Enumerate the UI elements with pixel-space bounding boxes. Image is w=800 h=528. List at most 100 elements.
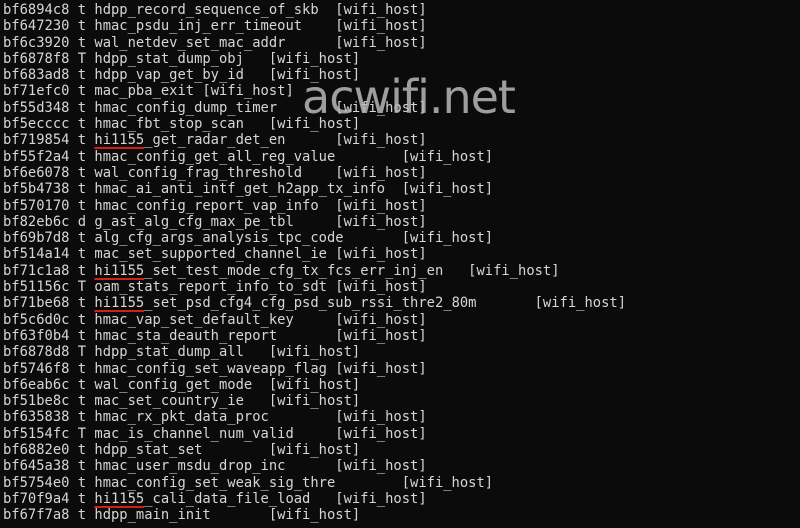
symbol-line: bf71be68 t hi1155_set_psd_cfg4_cfg_psd_s…	[3, 295, 626, 311]
separator	[202, 442, 268, 458]
module-name: [wifi_host]	[335, 360, 427, 377]
symbol-type: t	[77, 67, 87, 84]
separator	[310, 491, 335, 507]
symbol-type: t	[77, 311, 87, 328]
symbol-address: bf5c6d0c	[3, 311, 70, 328]
symbol-type: t	[77, 442, 87, 459]
separator	[477, 295, 535, 311]
symbol-type: t	[77, 458, 87, 475]
terminal-output: bf6894c8 t hdpp_record_sequence_of_skb […	[3, 2, 626, 524]
module-name: [wifi_host]	[335, 34, 427, 51]
symbol-address: bf6894c8	[3, 2, 70, 18]
symbol-type: T	[77, 279, 87, 296]
symbol-type: t	[77, 295, 87, 312]
symbol-line: bf683ad8 t hdpp_vap_get_by_id [wifi_host…	[3, 67, 626, 83]
symbol-line: bf645a38 t hmac_user_msdu_drop_inc [wifi…	[3, 458, 626, 474]
module-name: [wifi_host]	[335, 279, 427, 296]
module-name: [wifi_host]	[268, 344, 361, 361]
symbol-type: t	[77, 376, 87, 393]
symbol-type: t	[77, 132, 87, 149]
separator	[252, 377, 269, 393]
symbol-name: hmac_config_get_all_reg_value	[94, 148, 336, 165]
symbol-name: g_ast_alg_cfg_max_pe_tbl	[94, 213, 294, 230]
separator	[285, 458, 335, 474]
symbol-type: t	[77, 246, 87, 263]
symbol-address: bf5746f8	[3, 360, 70, 377]
symbol-type: t	[77, 34, 87, 51]
separator	[277, 100, 335, 116]
symbol-type: T	[77, 50, 87, 67]
module-name: [wifi_host]	[335, 425, 427, 442]
separator	[285, 35, 335, 51]
module-name: [wifi_host]	[401, 474, 494, 491]
symbol-address: bf70f9a4	[3, 490, 70, 507]
symbol-type: t	[77, 99, 87, 116]
symbol-name: mac_pba_exit	[94, 83, 195, 100]
symbol-line: bf647230 t hmac_psdu_inj_err_timeout [wi…	[3, 18, 626, 34]
separator	[285, 132, 335, 148]
module-name: [wifi_host]	[335, 458, 427, 475]
symbol-address: bf71c1a8	[3, 262, 70, 279]
symbol-type: t	[77, 393, 87, 410]
module-name: [wifi_host]	[534, 295, 626, 312]
symbol-line: bf70f9a4 t hi1155_cali_data_file_load [w…	[3, 491, 626, 507]
symbol-address: bf63f0b4	[3, 327, 70, 344]
symbol-name: alg_cfg_args_analysis_tpc_code	[94, 230, 344, 247]
symbol-name: hmac_ai_anti_intf_get_h2app_tx_info	[94, 181, 386, 198]
symbol-address: bf6882e0	[3, 442, 70, 459]
module-name: [wifi_host]	[335, 197, 427, 214]
separator	[385, 181, 402, 197]
symbol-line: bf635838 t hmac_rx_pkt_data_proc [wifi_h…	[3, 409, 626, 425]
symbol-name: hmac_sta_deauth_report	[94, 327, 278, 344]
symbol-line: bf71efc0 t mac_pba_exit [wifi_host]	[3, 83, 626, 99]
symbol-line: bf5154fc T mac_is_channel_num_valid [wif…	[3, 426, 626, 442]
symbol-address: bf570170	[3, 197, 70, 214]
symbol-type: d	[77, 213, 87, 230]
module-name: [wifi_host]	[268, 116, 361, 133]
symbol-name: hmac_config_dump_timer	[94, 99, 278, 116]
module-name: [wifi_host]	[268, 376, 361, 393]
symbol-type: t	[77, 164, 87, 181]
symbol-type: t	[77, 327, 87, 344]
separator	[244, 116, 269, 132]
symbol-line: bf5ecccc t hmac_fbt_stop_scan [wifi_host…	[3, 116, 626, 132]
separator	[294, 426, 336, 442]
symbol-name: hdpp_stat_dump_obj	[94, 50, 244, 67]
symbol-address: bf67f7a8	[3, 507, 70, 524]
symbol-line: bf51be8c t mac_set_country_ie [wifi_host…	[3, 393, 626, 409]
symbol-type: T	[77, 344, 87, 361]
module-name: [wifi_host]	[268, 67, 361, 84]
symbol-type: t	[77, 507, 87, 524]
symbol-line: bf55d348 t hmac_config_dump_timer [wifi_…	[3, 100, 626, 116]
separator	[244, 393, 269, 409]
symbol-name: hmac_vap_set_default_key	[94, 311, 294, 328]
symbol-type: t	[77, 490, 87, 507]
symbol-type: t	[77, 18, 87, 35]
symbol-line: bf5b4738 t hmac_ai_anti_intf_get_h2app_t…	[3, 181, 626, 197]
symbol-type: t	[77, 83, 87, 100]
symbol-line: bf6878d8 T hdpp_stat_dump_all [wifi_host…	[3, 344, 626, 360]
symbol-name: hdpp_record_sequence_of_skb	[94, 2, 319, 18]
symbol-line: bf67f7a8 t hdpp_main_init [wifi_host]	[3, 507, 626, 523]
module-name: [wifi_host]	[335, 409, 427, 426]
symbol-name: oam_stats_report_info_to_sdt	[94, 279, 327, 296]
highlighted-prefix: hi1155	[94, 132, 145, 149]
symbol-line: bf6894c8 t hdpp_record_sequence_of_skb […	[3, 2, 626, 18]
separator	[443, 263, 468, 279]
symbol-address: bf82eb6c	[3, 213, 70, 230]
symbol-address: bf647230	[3, 18, 70, 35]
symbol-name: _set_psd_cfg4_cfg_psd_sub_rssi_thre2_80m	[144, 295, 477, 312]
symbol-name: hdpp_stat_dump_all	[94, 344, 244, 361]
symbol-line: bf719854 t hi1155_get_radar_det_en [wifi…	[3, 132, 626, 148]
module-name: [wifi_host]	[202, 83, 294, 100]
highlighted-prefix: hi1155	[94, 295, 145, 312]
separator	[335, 149, 401, 165]
symbol-name: wal_netdev_set_mac_addr	[94, 34, 286, 51]
module-name: [wifi_host]	[335, 99, 427, 116]
symbol-line: bf51156c T oam_stats_report_info_to_sdt …	[3, 279, 626, 295]
separator	[277, 328, 335, 344]
symbol-address: bf5154fc	[3, 425, 70, 442]
module-name: [wifi_host]	[335, 18, 427, 35]
symbol-name: hmac_config_report_vap_info	[94, 197, 319, 214]
separator	[244, 344, 269, 360]
